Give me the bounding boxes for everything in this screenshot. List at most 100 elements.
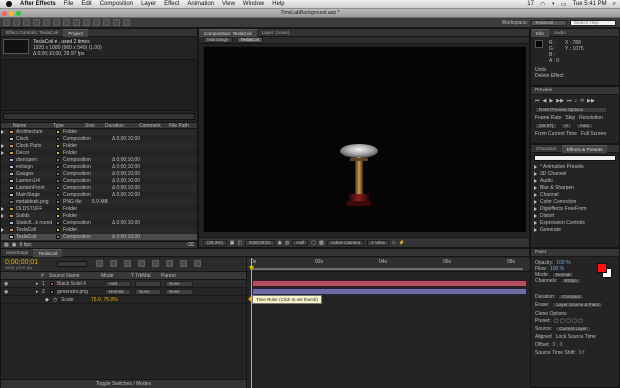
tab-character[interactable]: Character <box>531 145 562 153</box>
expand-folder-icon[interactable] <box>1 144 4 148</box>
expand-category-icon[interactable] <box>534 171 537 176</box>
pen-tool-icon[interactable] <box>73 19 80 26</box>
timeline-tab-mainstage[interactable]: MainStage <box>1 249 33 257</box>
comp-mini-flowchart-icon[interactable] <box>96 260 103 267</box>
layer-bar-black-solid-4[interactable] <box>252 280 527 287</box>
menu-animation[interactable]: Animation <box>187 1 214 7</box>
col-source-name[interactable]: Source Name <box>49 273 101 279</box>
snapshot-icon[interactable]: ◉ <box>278 240 282 246</box>
current-time-display[interactable]: 0;00;00;01 <box>245 239 275 246</box>
source-select[interactable]: Current Layer <box>555 326 591 332</box>
tab-info[interactable]: Info <box>531 28 549 37</box>
col-parent[interactable]: Parent <box>161 273 191 279</box>
project-row[interactable]: LanternFront Composition Δ 0;00;10;00 <box>1 185 197 192</box>
pan-tool-icon[interactable] <box>53 19 60 26</box>
layer-color-swatch[interactable] <box>50 281 54 286</box>
project-row[interactable]: metaldesk.png PNG file 5.9 MB <box>1 199 197 206</box>
menu-help[interactable]: Help <box>272 1 284 7</box>
tab-layer[interactable]: Layer: (none) <box>257 29 295 37</box>
comp-subtab-teslacoil[interactable]: TeslaCoil <box>236 37 263 43</box>
label-color-swatch[interactable] <box>56 214 60 218</box>
timeline-tab-teslacoil[interactable]: TeslaCoil <box>33 248 63 257</box>
effects-category[interactable]: Distort <box>531 212 619 219</box>
expand-folder-icon[interactable] <box>1 130 4 134</box>
label-color-swatch[interactable] <box>56 151 60 155</box>
label-color-swatch[interactable] <box>56 172 60 176</box>
project-row[interactable]: Clock Parts Folder <box>1 143 197 150</box>
label-color-swatch[interactable] <box>56 179 60 183</box>
effects-search-input[interactable] <box>534 155 616 161</box>
label-color-swatch[interactable] <box>56 137 60 141</box>
source-time-shift-value[interactable]: 0 f <box>579 350 585 356</box>
audio-icon[interactable]: ♪ <box>574 98 577 104</box>
expand-category-icon[interactable] <box>534 185 537 190</box>
project-search-input[interactable] <box>3 113 195 120</box>
selection-tool-icon[interactable] <box>3 19 10 26</box>
brainstorm-icon[interactable] <box>166 260 173 267</box>
menu-edit[interactable]: Edit <box>81 1 91 7</box>
channel-icon[interactable]: ◍ <box>285 240 289 246</box>
clone-tool-icon[interactable] <box>103 19 110 26</box>
menu-composition[interactable]: Composition <box>100 1 133 7</box>
toggle-switches-label[interactable]: Toggle Switches / Modes <box>96 381 151 387</box>
work-area-bar[interactable] <box>251 268 523 270</box>
expand-category-icon[interactable] <box>534 199 537 204</box>
col-trkmat[interactable]: T TrkMat <box>131 273 161 279</box>
timeline-current-time[interactable]: 0;00;00;01 <box>5 259 38 266</box>
effects-category[interactable]: Digieffects FreeForm <box>531 205 619 212</box>
toggle-switches-modes[interactable]: Toggle Switches / Modes <box>1 379 246 388</box>
label-color-swatch[interactable] <box>56 228 60 232</box>
project-row[interactable]: TeslaCoil Folder <box>1 227 197 234</box>
next-frame-icon[interactable]: ▶▶ <box>556 98 564 104</box>
zoom-tool-icon[interactable] <box>23 19 30 26</box>
video-eye-icon[interactable]: ◉ <box>4 289 10 295</box>
col-name[interactable]: Name <box>1 123 53 129</box>
col-comment[interactable]: Comment <box>139 123 169 129</box>
timeline-search-input[interactable] <box>57 261 87 267</box>
layer-parent-select[interactable]: None <box>165 280 193 287</box>
project-row[interactable]: MainStage Composition Δ 0;00;10;00 <box>1 192 197 199</box>
timeline-layer-row[interactable]: ◉ ▸ 1 Black Solid 4 Add None <box>1 280 246 288</box>
magnification-select[interactable]: (28.3%) <box>203 239 227 246</box>
expand-category-icon[interactable] <box>534 227 537 232</box>
help-search-input[interactable]: Search Help <box>570 19 616 26</box>
project-row[interactable]: doorspen Composition Δ 0;00;10;00 <box>1 157 197 164</box>
frame-rate-select[interactable]: (29.97) <box>535 123 558 129</box>
transparency-icon[interactable]: ▩ <box>319 240 324 246</box>
text-tool-icon[interactable] <box>83 19 90 26</box>
foreground-color-swatch[interactable] <box>597 263 607 273</box>
workspace-select[interactable]: TeslaCoil <box>531 19 567 26</box>
spotlight-icon[interactable]: ⌕ <box>613 1 616 8</box>
menu-effect[interactable]: Effect <box>164 1 179 7</box>
video-eye-icon[interactable]: ◉ <box>4 281 10 287</box>
camera-tool-icon[interactable] <box>43 19 50 26</box>
expand-category-icon[interactable] <box>534 192 537 197</box>
comp-subtab-mainstage[interactable]: MainStage <box>203 37 233 43</box>
expand-category-icon[interactable] <box>534 220 537 225</box>
effects-category[interactable]: Color Correction <box>531 198 619 205</box>
label-color-swatch[interactable] <box>56 186 60 190</box>
effects-category[interactable]: * Animation Presets <box>531 163 619 170</box>
tab-effect-controls[interactable]: Effect Controls: TeslaCoil <box>1 29 63 37</box>
time-ruler[interactable]: 0s 02s 04s 06s 08s <box>247 258 531 272</box>
tab-effects-presets[interactable]: Effects & Presets <box>561 144 608 153</box>
expand-category-icon[interactable] <box>534 206 537 211</box>
project-row[interactable]: Solids Folder <box>1 213 197 220</box>
from-current-checkbox[interactable]: From Current Time <box>535 131 577 137</box>
layer-bar-generator[interactable] <box>252 288 527 295</box>
shape-tool-icon[interactable] <box>63 19 70 26</box>
comp-viewer-canvas[interactable] <box>203 46 526 232</box>
label-color-swatch[interactable] <box>56 235 60 239</box>
label-color-swatch[interactable] <box>56 158 60 162</box>
project-row[interactable]: Architecture Folder <box>1 129 197 136</box>
auto-keyframe-icon[interactable] <box>180 260 187 267</box>
current-time-indicator[interactable] <box>251 258 252 388</box>
expand-category-icon[interactable] <box>534 213 537 218</box>
pixel-aspect-icon[interactable]: ◇ <box>392 240 396 246</box>
project-row[interactable]: Gauges Composition Δ 0;00;10;00 <box>1 171 197 178</box>
expand-folder-icon[interactable] <box>1 207 4 211</box>
lock-source-time-checkbox[interactable]: Lock Source Time <box>556 334 596 340</box>
first-frame-icon[interactable]: ⏮ <box>535 98 540 104</box>
expand-folder-icon[interactable] <box>1 228 4 232</box>
mask-icon[interactable]: ◫ <box>238 240 243 246</box>
